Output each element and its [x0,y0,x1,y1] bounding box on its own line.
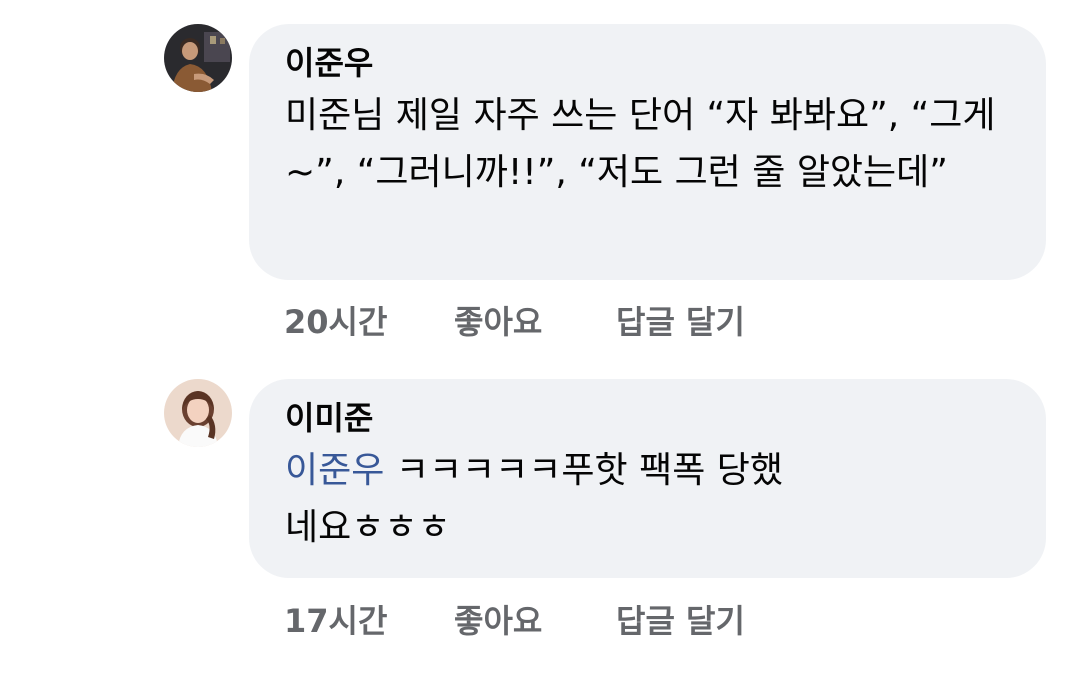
comment-text: 이준우 ㅋㅋㅋㅋㅋ푸핫 팩폭 당했네요ㅎㅎㅎ [285,442,805,556]
avatar-photo-icon [164,24,232,92]
comment-text: 미준님 제일 자주 쓰는 단어 “자 봐봐요”, “그게~”, “그러니까!!”… [285,95,996,193]
comment-author[interactable]: 이준우 [285,42,1010,84]
comment-timestamp[interactable]: 17시간 [284,601,387,641]
avatar-photo-icon [164,379,232,447]
comment-bubble: 이미준 이준우 ㅋㅋㅋㅋㅋ푸핫 팩폭 당했네요ㅎㅎㅎ [249,379,1046,578]
comment-bubble: 이준우 미준님 제일 자주 쓰는 단어 “자 봐봐요”, “그게~”, “그러니… [249,24,1046,280]
like-button[interactable]: 좋아요 [454,601,542,641]
comment-author[interactable]: 이미준 [285,397,1010,439]
user-avatar-icon[interactable] [164,24,232,92]
reply-button[interactable]: 답글 달기 [616,601,745,641]
mention-link[interactable]: 이준우 [285,450,384,491]
user-avatar-icon[interactable] [164,379,232,447]
like-button[interactable]: 좋아요 [454,302,542,342]
comment-timestamp[interactable]: 20시간 [284,302,387,342]
reply-button[interactable]: 답글 달기 [616,302,745,342]
